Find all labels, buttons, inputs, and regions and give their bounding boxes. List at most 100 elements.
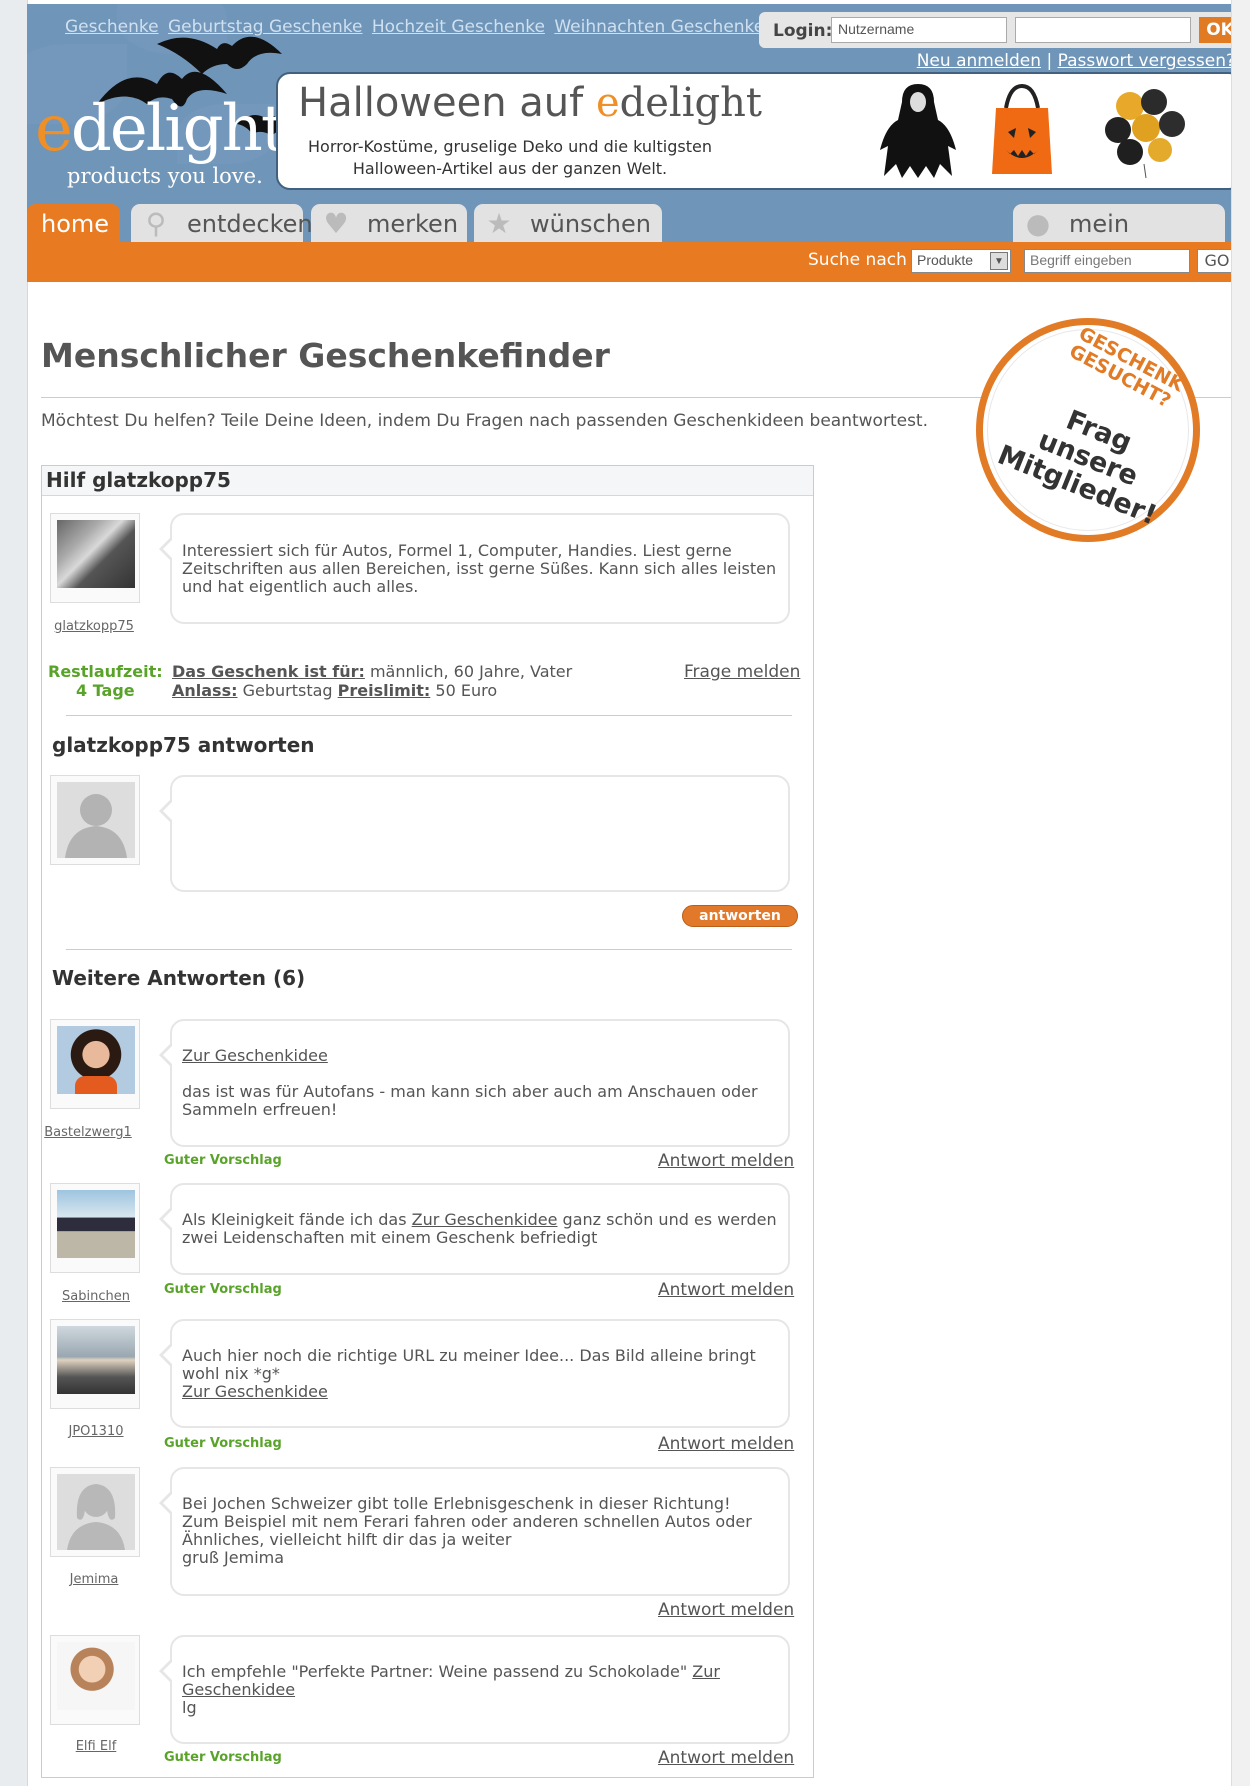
answer-text-line3: gruß Jemima	[182, 1548, 285, 1567]
question-box: Hilf glatzkopp75 glatzkopp75 Interessier…	[41, 465, 814, 1778]
answer-text: Auch hier noch die richtige URL zu meine…	[182, 1346, 756, 1383]
tab-home[interactable]: home	[27, 204, 120, 242]
avatar[interactable]	[50, 1183, 140, 1273]
pumpkin-bag-icon	[992, 83, 1052, 174]
banner-title: Halloween auf edelight	[298, 80, 762, 126]
limit-value: 50 Euro	[435, 681, 498, 700]
default-avatar-female-icon	[57, 1474, 135, 1550]
link-geschenke[interactable]: Geschenke	[65, 17, 159, 37]
tab-label: entdecken	[187, 210, 313, 238]
user-photo	[57, 1190, 135, 1258]
slogan: products you love.	[67, 164, 263, 188]
avatar	[50, 775, 140, 865]
tab-wuenschen[interactable]: ★ wünschen	[474, 204, 662, 242]
logo-rest: delight	[70, 92, 287, 166]
header: Geschenke Geburtstag Geschenke Hochzeit …	[27, 4, 1245, 204]
link-hochzeit[interactable]: Hochzeit Geschenke	[372, 17, 545, 37]
search-category-select[interactable]: Produkte ▼	[911, 249, 1011, 273]
avatar[interactable]	[50, 1019, 140, 1109]
link-separator: |	[1046, 51, 1053, 71]
avatar[interactable]	[50, 513, 140, 603]
tab-label: wünschen	[530, 210, 651, 238]
star-icon: ★	[486, 207, 512, 240]
username-link[interactable]: glatzkopp75	[44, 619, 144, 634]
divider	[66, 949, 792, 950]
answer-text: Als Kleinigkeit fände ich das	[182, 1210, 412, 1229]
link-weihnachten[interactable]: Weihnachten Geschenke	[554, 17, 764, 37]
username-link[interactable]: Sabinchen	[46, 1289, 146, 1304]
answer-bubble: Ich empfehle "Perfekte Partner: Weine pa…	[159, 1635, 790, 1744]
answers-heading: Weitere Antworten (6)	[52, 966, 306, 990]
search-category-value: Produkte	[917, 252, 974, 268]
chevron-down-icon: ▼	[990, 252, 1008, 270]
search-bar: Suche nach Produkte ▼ Begriff eingeben G…	[27, 242, 1245, 282]
limit-label: Preislimit:	[337, 681, 431, 700]
login-box: Login: Nutzername OK	[759, 12, 1245, 48]
banner-brand-rest: delight	[619, 80, 762, 126]
gift-search-stamp[interactable]: GESCHENK GESUCHT? Frag unsere Mitglieder…	[976, 318, 1200, 542]
register-link[interactable]: Neu anmelden	[917, 51, 1041, 71]
username-link[interactable]: Jemima	[44, 1572, 144, 1587]
occasion-value: Geburtstag	[242, 681, 333, 700]
tab-label: merken	[367, 210, 459, 238]
remaining-value: 4 Tage	[76, 681, 135, 700]
recipient-label: Das Geschenk ist für:	[172, 662, 365, 681]
user-icon: ●	[1025, 207, 1051, 240]
answer-bubble: Auch hier noch die richtige URL zu meine…	[159, 1319, 790, 1428]
username-input[interactable]: Nutzername	[831, 17, 1007, 43]
answer-bubble: Als Kleinigkeit fände ich das Zur Gesche…	[159, 1183, 790, 1275]
user-photo	[57, 520, 135, 588]
forgot-password-link[interactable]: Passwort vergessen?	[1058, 51, 1235, 71]
avatar[interactable]	[50, 1319, 140, 1409]
report-answer-link[interactable]: Antwort melden	[658, 1600, 794, 1620]
report-answer-link[interactable]: Antwort melden	[658, 1434, 794, 1454]
detail-occasion: Anlass: Geburtstag Preislimit: 50 Euro	[172, 681, 572, 700]
tab-entdecken[interactable]: ⚲ entdecken	[131, 204, 313, 242]
question-box-header: Hilf glatzkopp75	[42, 466, 813, 496]
question-bubble: Interessiert sich für Autos, Formel 1, C…	[159, 513, 790, 624]
tab-merken[interactable]: ♥ merken	[311, 204, 467, 242]
detail-recipient: Das Geschenk ist für: männlich, 60 Jahre…	[172, 662, 572, 681]
avatar	[50, 1467, 140, 1557]
ghost-costume-icon	[880, 84, 956, 178]
report-answer-link[interactable]: Antwort melden	[658, 1748, 794, 1768]
good-suggestion-badge: Guter Vorschlag	[164, 1282, 282, 1297]
username-link[interactable]: JPO1310	[46, 1424, 146, 1439]
answer-text-line2: Zum Beispiel mit nem Ferari fahren oder …	[182, 1512, 752, 1549]
answer-text: Ich empfehle "Perfekte Partner: Weine pa…	[182, 1662, 693, 1681]
banner-subtitle: Horror-Kostüme, gruselige Deko und die k…	[308, 137, 712, 178]
answer-text-line1: Bei Jochen Schweizer gibt tolle Erlebnis…	[182, 1494, 731, 1513]
gift-idea-link[interactable]: Zur Geschenkidee	[182, 1047, 778, 1065]
gift-idea-link[interactable]: Zur Geschenkidee	[412, 1210, 558, 1229]
tab-mein-edelight[interactable]: ● mein edelight	[1013, 204, 1225, 278]
user-photo	[57, 1326, 135, 1394]
good-suggestion-badge: Guter Vorschlag	[164, 1436, 282, 1451]
login-label: Login:	[773, 21, 833, 41]
login-ok-button[interactable]: OK	[1199, 17, 1241, 43]
search-go-button[interactable]: GO	[1197, 249, 1237, 273]
username-link[interactable]: Bastelzwerg1	[38, 1125, 138, 1140]
report-answer-link[interactable]: Antwort melden	[658, 1280, 794, 1300]
search-icon: ⚲	[145, 207, 167, 240]
remaining-label: Restlaufzeit:	[48, 662, 163, 681]
top-links: Geschenke Geburtstag Geschenke Hochzeit …	[65, 17, 768, 37]
report-answer-link[interactable]: Antwort melden	[658, 1151, 794, 1171]
search-input[interactable]: Begriff eingeben	[1024, 249, 1190, 273]
heart-icon: ♥	[323, 207, 349, 240]
reply-button[interactable]: antworten	[682, 905, 798, 927]
halloween-banner[interactable]: Halloween auf edelight Horror-Kostüme, g…	[276, 72, 1243, 190]
password-input[interactable]	[1015, 17, 1191, 43]
user-photo	[57, 1642, 135, 1710]
link-geburtstag[interactable]: Geburtstag Geschenke	[168, 17, 363, 37]
reply-textarea[interactable]	[159, 775, 790, 892]
remaining-time: Restlaufzeit: 4 Tage	[48, 662, 163, 700]
answer-bubble: Zur Geschenkidee das ist was für Autofan…	[159, 1019, 790, 1147]
report-question-link[interactable]: Frage melden	[684, 662, 800, 682]
account-links: Neu anmelden | Passwort vergessen?	[917, 51, 1235, 71]
username-link[interactable]: Elfi Elf	[46, 1739, 146, 1754]
logo[interactable]: edelight	[35, 92, 287, 166]
page: Geschenke Geburtstag Geschenke Hochzeit …	[0, 0, 1250, 1786]
avatar[interactable]	[50, 1635, 140, 1725]
answer-text-cont: lg	[182, 1698, 197, 1717]
gift-idea-link[interactable]: Zur Geschenkidee	[182, 1383, 778, 1401]
